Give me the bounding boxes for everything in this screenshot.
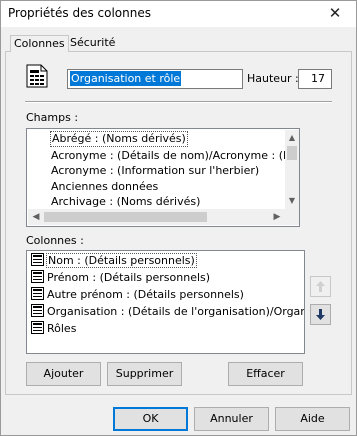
ok-button[interactable]: OK	[113, 407, 188, 431]
window-title: Propriétés des colonnes	[8, 6, 151, 20]
column-name-value: Organisation et rôle	[70, 71, 182, 86]
scroll-thumb[interactable]	[44, 212, 207, 222]
height-input[interactable]: 17	[298, 69, 332, 89]
column-item-selected[interactable]: Nom : (Détails personnels)	[31, 252, 197, 270]
add-button[interactable]: Ajouter	[26, 362, 101, 386]
column-item[interactable]: Rôles	[31, 320, 77, 338]
table-column-icon	[31, 287, 44, 300]
tab-securite[interactable]: Sécurité	[67, 35, 118, 52]
scroll-right-icon[interactable]: ▶	[270, 209, 284, 225]
arrow-down-icon	[316, 309, 325, 320]
column-item-label: Autre prénom : (Détails personnels)	[47, 288, 244, 301]
help-button[interactable]: Aide	[275, 407, 350, 431]
field-item[interactable]: Anciennes données	[51, 179, 158, 195]
column-item-label: Rôles	[47, 322, 77, 335]
column-item-label: Organisation : (Détails de l'organisatio…	[47, 305, 305, 318]
column-item-label: Nom : (Détails personnels)	[46, 253, 197, 268]
scroll-down-icon[interactable]: ▼	[285, 195, 299, 207]
fields-horizontal-scrollbar[interactable]: ◀ ▶	[28, 209, 285, 225]
champs-label: Champs :	[26, 111, 79, 124]
scroll-thumb[interactable]	[287, 146, 297, 160]
arrow-up-icon	[316, 281, 325, 292]
table-column-icon	[31, 304, 44, 317]
colonnes-label: Colonnes :	[26, 234, 84, 247]
scroll-up-icon[interactable]: ▲	[285, 132, 299, 144]
field-item[interactable]: Archivage : (Noms dérivés)	[51, 194, 200, 210]
table-column-icon	[31, 270, 44, 283]
move-down-button[interactable]	[310, 304, 331, 325]
cancel-button[interactable]: Annuler	[194, 407, 269, 431]
divider	[25, 101, 332, 103]
close-icon[interactable]: ✕	[323, 4, 347, 22]
column-item[interactable]: Autre prénom : (Détails personnels)	[31, 286, 245, 304]
document-grid-icon	[26, 64, 48, 88]
remove-button[interactable]: Supprimer	[107, 362, 182, 386]
scrollbar-corner	[285, 209, 299, 225]
table-column-icon	[31, 321, 44, 334]
clear-button[interactable]: Effacer	[228, 362, 303, 386]
scroll-left-icon[interactable]: ◀	[29, 209, 43, 225]
column-item-label: Prénom : (Détails personnels)	[47, 271, 211, 284]
tab-colonnes[interactable]: Colonnes	[10, 35, 69, 52]
field-item-selected[interactable]: Abrégé : (Noms dérivés)	[50, 131, 188, 147]
table-column-icon	[31, 253, 44, 266]
height-label: Hauteur :	[247, 72, 299, 85]
field-item[interactable]: Acronyme : (Détails de nom)/Acronyme : (…	[51, 148, 299, 164]
move-up-button[interactable]	[310, 276, 331, 297]
column-item[interactable]: Prénom : (Détails personnels)	[31, 269, 211, 287]
field-item[interactable]: Acronyme : (Information sur l'herbier)	[51, 163, 259, 179]
column-name-input[interactable]: Organisation et rôle	[67, 69, 243, 89]
fields-list[interactable]: Abrégé : (Noms dérivés) Acronyme : (Déta…	[26, 128, 300, 227]
fields-vertical-scrollbar[interactable]: ▲ ▼	[285, 130, 299, 209]
column-item[interactable]: Organisation : (Détails de l'organisatio…	[31, 303, 305, 321]
columns-list[interactable]: Nom : (Détails personnels) Prénom : (Dét…	[26, 250, 305, 354]
